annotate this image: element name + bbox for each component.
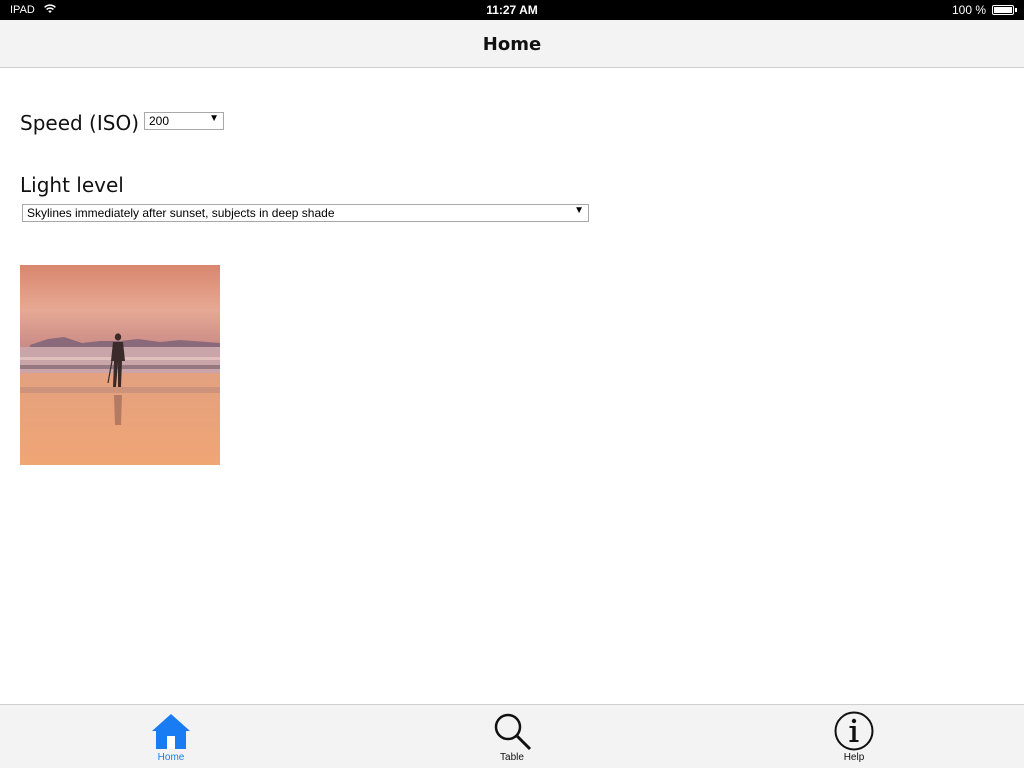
dropdown-arrow-icon: ▼ (574, 205, 584, 216)
status-bar: IPAD 11:27 AM 100 % (0, 0, 1024, 20)
light-level-label: Light level (20, 173, 124, 197)
tab-table[interactable]: Table (452, 705, 572, 769)
tab-home[interactable]: Home (111, 705, 231, 769)
speed-label: Speed (ISO) (20, 111, 139, 135)
speed-iso-select[interactable]: 200 ▼ (144, 112, 224, 130)
light-level-value: Skylines immediately after sunset, subje… (27, 206, 335, 220)
battery-icon (992, 5, 1017, 15)
page-title: Home (482, 34, 542, 55)
info-icon (834, 711, 874, 751)
search-icon (492, 711, 532, 751)
beach-sunset-photo (20, 265, 220, 465)
battery-fill (994, 7, 1012, 13)
tab-table-label: Table (500, 752, 524, 763)
tab-bar: Home Table Help (0, 704, 1024, 768)
speed-iso-value: 200 (149, 114, 170, 128)
status-right: 100 % (951, 3, 1017, 17)
battery-tip (1015, 8, 1017, 12)
tab-help[interactable]: Help (794, 705, 914, 769)
battery-percent: 100 % (951, 3, 986, 17)
dropdown-arrow-icon: ▼ (209, 113, 219, 124)
navigation-bar: Home (0, 20, 1024, 68)
light-level-select[interactable]: Skylines immediately after sunset, subje… (22, 204, 589, 222)
status-time: 11:27 AM (486, 3, 538, 17)
tab-home-label: Home (157, 752, 185, 763)
tab-help-label: Help (843, 752, 865, 763)
home-icon (151, 711, 191, 751)
